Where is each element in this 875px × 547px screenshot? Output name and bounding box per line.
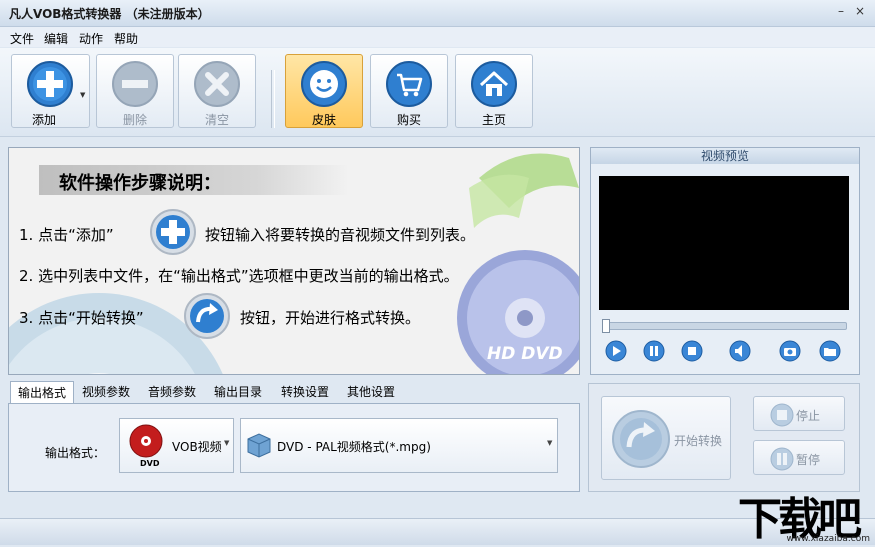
preview-title: 视频预览	[591, 148, 859, 164]
settings-tabs: 输出格式 视频参数 音频参数 输出目录 转换设置 其他设置 输出格式： DVD …	[8, 379, 580, 492]
window-title: 凡人VOB格式转换器 （未注册版本）	[9, 7, 210, 21]
tab-output-dir[interactable]: 输出目录	[210, 381, 266, 403]
folder-icon[interactable]	[819, 340, 841, 362]
add-button[interactable]: 添加 ▼	[11, 54, 90, 128]
guide-title: 软件操作步骤说明：	[59, 173, 221, 194]
add-icon	[27, 61, 73, 107]
smiley-icon	[301, 61, 347, 107]
watermark: 下载吧 www.xiazaiba.com	[738, 489, 873, 545]
delete-button[interactable]: 删除	[96, 54, 174, 128]
output-format-select[interactable]: DVD - PAL视频格式(*.mpg) ▼	[240, 418, 558, 473]
skin-label: 皮肤	[311, 113, 336, 127]
step-3-suffix: 按钮，开始进行格式转换。	[240, 309, 421, 327]
tab-other-settings[interactable]: 其他设置	[343, 381, 399, 403]
output-format-value: DVD - PAL视频格式(*.mpg)	[277, 440, 431, 454]
step-1-suffix: 按钮输入将要转换的音视频文件到列表。	[205, 226, 476, 244]
home-icon	[471, 61, 517, 107]
tab-convert-settings[interactable]: 转换设置	[277, 381, 333, 403]
play-icon[interactable]	[605, 340, 627, 362]
snapshot-icon[interactable]	[779, 340, 801, 362]
menu-action[interactable]: 动作	[79, 30, 103, 47]
video-file-icon	[247, 433, 271, 458]
hd-dvd-label: HD DVD	[487, 344, 563, 364]
output-format-panel: 输出格式： DVD VOB视频 ▼ DVD - PAL视频格式(*.mpg) ▼	[8, 403, 580, 492]
chevron-down-icon[interactable]: ▼	[224, 439, 229, 447]
minus-icon	[112, 61, 158, 107]
seek-bar[interactable]	[602, 319, 847, 333]
buy-button[interactable]: 购买	[370, 54, 448, 128]
dvd-icon	[129, 424, 163, 458]
step-1-prefix: 1. 点击“添加”	[19, 226, 114, 244]
pause-icon	[770, 447, 794, 471]
start-convert-label: 开始转换	[674, 434, 723, 448]
close-button[interactable]: ×	[853, 4, 867, 18]
format-category-value: VOB视频	[172, 440, 222, 454]
pause-label: 暂停	[796, 453, 821, 467]
menu-edit[interactable]: 编辑	[44, 30, 68, 47]
video-screen	[599, 176, 849, 310]
stop-icon	[770, 403, 794, 427]
convert-icon	[612, 410, 670, 468]
x-icon	[194, 61, 240, 107]
tab-audio-params[interactable]: 音频参数	[144, 381, 200, 403]
guide-panel: HD DVD 软件操作步骤说明： 1. 点击“添加” 按钮输入将要转换的音视频文…	[8, 147, 580, 375]
stop-label: 停止	[796, 409, 821, 423]
arrow-decoration-icon	[469, 153, 579, 228]
buy-label: 购买	[396, 113, 421, 127]
pause-button[interactable]: 暂停	[753, 440, 845, 475]
tab-output-format[interactable]: 输出格式	[10, 381, 74, 403]
title-bar: 凡人VOB格式转换器 （未注册版本） – ×	[0, 0, 875, 27]
step-2: 2. 选中列表中文件，在“输出格式”选项框中更改当前的输出格式。	[19, 267, 459, 285]
tab-video-params[interactable]: 视频参数	[78, 381, 134, 403]
volume-icon[interactable]	[729, 340, 751, 362]
video-preview-panel: 视频预览	[590, 147, 860, 375]
chevron-down-icon[interactable]: ▼	[547, 439, 552, 447]
cart-icon	[386, 61, 432, 107]
add-icon	[150, 209, 196, 255]
pause-icon[interactable]	[643, 340, 665, 362]
convert-icon	[184, 293, 230, 339]
format-category-select[interactable]: DVD VOB视频 ▼	[119, 418, 234, 473]
step-3-prefix: 3. 点击“开始转换”	[19, 309, 144, 327]
menu-bar: 文件 编辑 动作 帮助	[0, 27, 875, 47]
guide-title-bar: 软件操作步骤说明：	[39, 165, 349, 195]
minimize-button[interactable]: –	[834, 4, 848, 18]
stop-icon[interactable]	[681, 340, 703, 362]
add-label: 添加	[31, 113, 56, 127]
watermark-url: www.xiazaiba.com	[786, 534, 870, 544]
seek-thumb[interactable]	[602, 319, 610, 333]
home-label: 主页	[481, 113, 506, 127]
dvd-icon-label: DVD	[140, 459, 160, 468]
start-convert-button[interactable]: 开始转换	[601, 396, 731, 480]
output-format-label: 输出格式：	[45, 446, 106, 460]
conversion-controls: 开始转换 停止 暂停	[588, 383, 860, 492]
toolbar-separator	[271, 70, 275, 128]
clear-button[interactable]: 清空	[178, 54, 256, 128]
skin-button[interactable]: 皮肤	[285, 54, 363, 128]
clear-label: 清空	[204, 113, 229, 127]
dropdown-arrow-icon[interactable]: ▼	[80, 91, 85, 99]
menu-file[interactable]: 文件	[10, 30, 34, 47]
home-button[interactable]: 主页	[455, 54, 533, 128]
stop-button[interactable]: 停止	[753, 396, 845, 431]
toolbar: 添加 ▼ 删除 清空 皮肤 购买 主页	[0, 48, 875, 137]
menu-help[interactable]: 帮助	[114, 30, 138, 47]
delete-label: 删除	[122, 113, 147, 127]
